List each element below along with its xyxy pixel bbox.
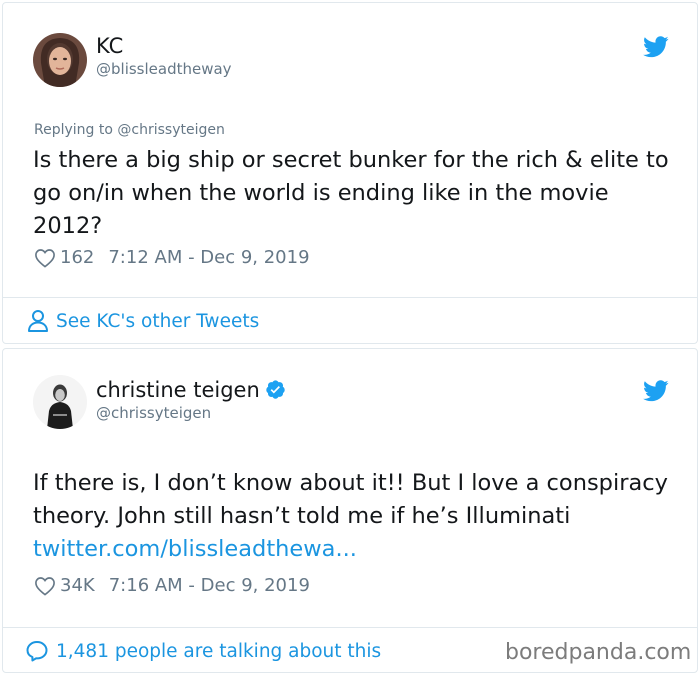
people-talking-label[interactable]: 1,481 people are talking about this	[56, 641, 381, 662]
heart-icon[interactable]	[34, 248, 56, 268]
people-talking-link[interactable]: 1,481 people are talking about this	[25, 639, 381, 663]
twitter-bird-icon[interactable]	[643, 380, 669, 402]
author-name-row: christine teigen	[96, 378, 286, 402]
author-name[interactable]: KC	[96, 34, 123, 58]
tweet-body: If there is, I don’t know about it!! But…	[33, 470, 668, 529]
author-handle[interactable]: @chrissyteigen	[96, 404, 211, 422]
replying-to-label: Replying to	[34, 122, 118, 138]
timestamp[interactable]: 7:12 AM - Dec 9, 2019	[108, 247, 309, 268]
comment-bubble-icon	[26, 641, 48, 662]
timestamp[interactable]: 7:16 AM - Dec 9, 2019	[109, 575, 310, 596]
tweet-card-christine: christine teigen @chrissyteigen If there…	[2, 348, 698, 673]
tweet-text: If there is, I don’t know about it!! But…	[33, 467, 683, 566]
boredpanda-watermark: boredpanda.com	[505, 640, 692, 665]
quoted-tweet-link[interactable]: twitter.com/blissleadthewa...	[33, 536, 357, 562]
see-other-tweets-label[interactable]: See KC's other Tweets	[56, 311, 259, 332]
tweet-meta: 162 7:12 AM - Dec 9, 2019	[34, 247, 310, 268]
tweet-text: Is there a big ship or secret bunker for…	[33, 147, 669, 239]
replying-to: Replying to @chrissyteigen	[34, 122, 225, 138]
tweet-card-kc: KC @blissleadtheway Replying to @chrissy…	[2, 2, 698, 344]
avatar-christine[interactable]	[33, 375, 87, 429]
twitter-bird-icon[interactable]	[643, 36, 669, 58]
heart-icon[interactable]	[34, 576, 56, 596]
avatar-kc[interactable]	[33, 33, 87, 87]
author-handle[interactable]: @blissleadtheway	[96, 60, 232, 78]
replying-to-handle[interactable]: @chrissyteigen	[117, 122, 224, 138]
like-count: 34K	[60, 575, 95, 596]
person-icon	[28, 310, 48, 332]
divider	[3, 297, 697, 298]
divider	[3, 627, 697, 628]
verified-badge-icon	[266, 380, 285, 399]
tweet-meta: 34K 7:16 AM - Dec 9, 2019	[34, 575, 310, 596]
see-other-tweets-link[interactable]: See KC's other Tweets	[27, 309, 259, 333]
like-count: 162	[60, 247, 95, 268]
author-name[interactable]: christine teigen	[96, 378, 260, 402]
